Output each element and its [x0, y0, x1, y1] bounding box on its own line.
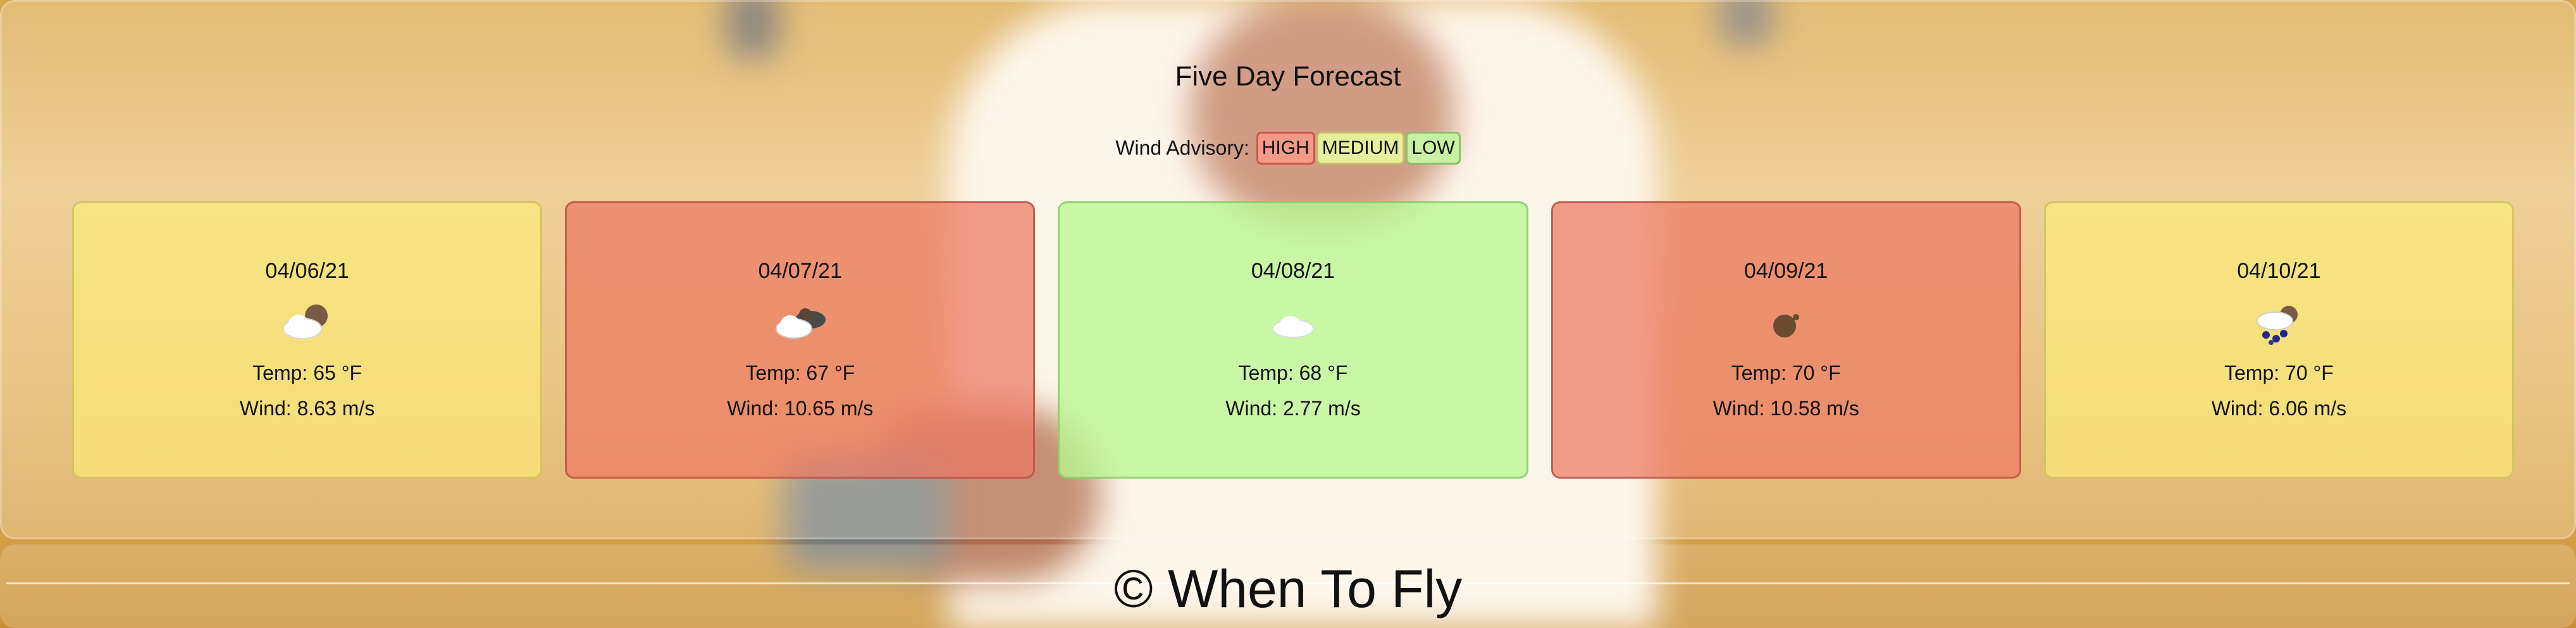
- wind-advisory: Wind Advisory: HIGH MEDIUM LOW: [0, 132, 2576, 165]
- forecast-card: 04/07/21 Temp: 67 °F Wind: 10.65 m/s: [565, 201, 1036, 479]
- forecast-temp: Temp: 70 °F: [2224, 361, 2334, 384]
- forecast-wind: Wind: 8.63 m/s: [239, 397, 375, 420]
- advisory-badge-low: LOW: [1406, 132, 1461, 165]
- forecast-card: 04/09/21 Temp: 70 °F Wind: 10.58 m/s: [1551, 201, 2021, 479]
- forecast-wind: Wind: 10.65 m/s: [727, 397, 874, 420]
- wind-advisory-label: Wind Advisory:: [1115, 136, 1249, 160]
- forecast-cards: 04/06/21 Temp: 65 °F Wind: 8.63 m/s 04/0…: [72, 201, 2515, 479]
- forecast-card: 04/06/21 Temp: 65 °F Wind: 8.63 m/s: [72, 201, 543, 479]
- rain-icon: [2247, 298, 2310, 349]
- forecast-temp: Temp: 68 °F: [1238, 361, 1348, 384]
- forecast-wind: Wind: 2.77 m/s: [1225, 397, 1361, 420]
- forecast-card: 04/10/21 Temp: 70 °F Wind: 6.06 m/s: [2043, 201, 2515, 479]
- forecast-wind: Wind: 6.06 m/s: [2211, 397, 2347, 420]
- forecast-temp: Temp: 67 °F: [745, 361, 855, 384]
- partly-cloudy-icon: [276, 298, 339, 349]
- advisory-badge-medium: MEDIUM: [1316, 132, 1405, 165]
- forecast-wind: Wind: 10.58 m/s: [1712, 397, 1859, 420]
- advisory-badge-high: HIGH: [1256, 132, 1315, 165]
- forecast-temp: Temp: 65 °F: [252, 361, 362, 384]
- page-title: Five Day Forecast: [1175, 61, 1401, 92]
- footer-copyright: © When To Fly: [1113, 559, 1463, 619]
- forecast-date: 04/10/21: [2237, 259, 2321, 283]
- sun-icon: [1754, 298, 1817, 349]
- forecast-date: 04/09/21: [1744, 259, 1828, 283]
- forecast-panel: Five Day Forecast Wind Advisory: HIGH MED…: [0, 0, 2576, 539]
- forecast-date: 04/06/21: [265, 259, 349, 283]
- forecast-card: 04/08/21 Temp: 68 °F Wind: 2.77 m/s: [1058, 201, 1528, 479]
- forecast-date: 04/08/21: [1251, 259, 1335, 283]
- cloudy-icon: [769, 298, 832, 349]
- footer: © When To Fly: [0, 544, 2576, 628]
- forecast-date: 04/07/21: [758, 259, 842, 283]
- cloud-icon: [1261, 298, 1325, 349]
- forecast-temp: Temp: 70 °F: [1731, 361, 1841, 384]
